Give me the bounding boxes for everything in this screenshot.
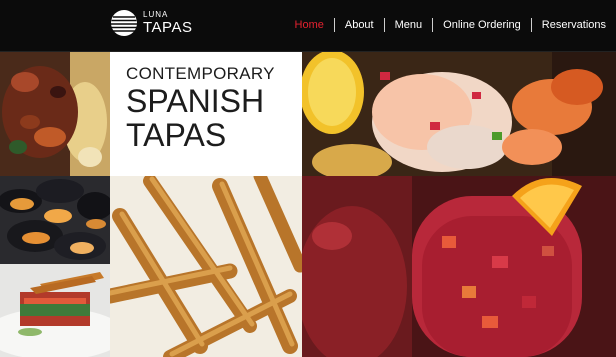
stew-photo [0, 52, 110, 176]
hero-line-contemporary: CONTEMPORARY [126, 64, 275, 83]
nav-home[interactable]: Home [285, 18, 334, 32]
logo-small-text: LUNA [143, 10, 169, 19]
nav-menu[interactable]: Menu [383, 18, 433, 32]
logo-big-text: TAPAS [143, 19, 193, 36]
main-nav: Home About Menu Online Ordering Reservat… [285, 18, 616, 32]
sangria-photo [302, 176, 616, 357]
hero-title-box: CONTEMPORARY SPANISH TAPAS [110, 52, 302, 176]
site-logo[interactable]: LUNA TAPAS [110, 9, 192, 37]
plated-dish-photo [0, 264, 110, 357]
moon-logo-icon [111, 10, 137, 36]
hero-line-tapas: TAPAS [126, 117, 227, 153]
nav-online-ordering[interactable]: Online Ordering [432, 18, 531, 32]
nav-reservations[interactable]: Reservations [530, 18, 616, 32]
mussels-photo [0, 176, 110, 264]
shrimp-photo [302, 52, 616, 176]
nav-about[interactable]: About [333, 18, 384, 32]
churros-photo [110, 176, 302, 357]
hero-line-spanish: SPANISH [126, 83, 265, 119]
site-header: LUNA TAPAS Home About Menu Online Orderi… [0, 0, 616, 52]
